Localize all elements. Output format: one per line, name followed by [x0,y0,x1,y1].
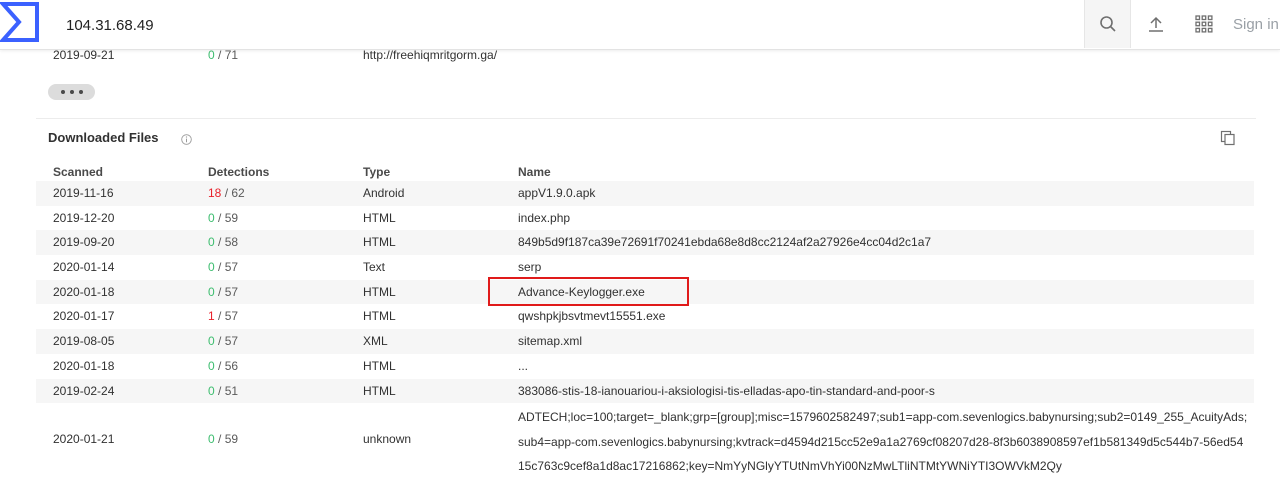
scanned-date: 2019-09-20 [53,235,115,250]
scanned-date: 2019-09-21 [53,48,115,62]
detections: 0 / 71 [208,48,239,62]
scanned-date: 2019-11-16 [53,186,114,200]
detections: 0 / 57 [208,260,239,275]
top-bar: Sign in [0,0,1280,50]
virustotal-logo-icon[interactable] [0,0,40,44]
scanned-date: 2019-08-05 [53,334,115,349]
file-type: HTML [363,383,396,398]
column-header-detections[interactable]: Detections [208,165,269,179]
file-name-link[interactable]: index.php [518,211,570,225]
file-type: HTML [363,358,396,373]
search-icon [1099,16,1116,32]
detections: 0 / 57 [208,284,239,299]
detections: 0 / 59 [208,432,239,447]
file-name-link[interactable]: appV1.9.0.apk [518,186,595,200]
upload-button[interactable] [1136,0,1176,48]
column-header-type[interactable]: Type [363,165,390,179]
file-type: HTML [363,210,396,225]
detections: 0 / 57 [208,334,239,349]
table-row[interactable]: 2019-08-05 0 / 57 XML sitemap.xml [36,329,1254,354]
apps-button[interactable] [1184,0,1224,48]
scanned-date: 2020-01-18 [53,358,115,373]
url-link[interactable]: http://freehiqmritgorm.ga/ [363,48,497,62]
search-input[interactable] [50,6,1082,44]
table-row[interactable]: 2019-12-20 0 / 59 HTML index.php [36,205,1254,231]
scanned-date: 2020-01-17 [53,309,115,324]
table-row[interactable]: 2019-02-24 0 / 51 HTML 383086-stis-18-ianou… [36,378,1254,404]
table-row[interactable]: 2019-09-20 0 / 58 HTML 849b5d9f187ca39e7269… [36,230,1254,256]
file-name-link[interactable]: 383086-stis-18-ianouariou-i-aksiologisi-… [518,384,935,398]
file-name-link[interactable]: sitemap.xml [518,334,582,348]
table-row[interactable]: 2020-01-17 1 / 57 HTML qwshpkjbsvtmevt15551… [36,304,1254,330]
file-type: XML [363,334,388,349]
scanned-date: 2019-02-24 [53,383,115,398]
section-title: Downloaded Files [48,130,159,145]
copy-icon[interactable] [1220,130,1236,146]
sign-in-link[interactable]: Sign in [1233,16,1279,33]
file-name-link[interactable]: ADTECH;loc=100;target=_blank;grp=[group]… [518,405,1248,479]
file-type: unknown [363,432,412,447]
file-name-link[interactable]: qwshpkjbsvtmevt15551.exe [518,309,665,323]
section-divider [36,118,1256,119]
scanned-date: 2020-01-14 [53,260,115,275]
file-name-link[interactable]: 849b5d9f187ca39e72691f70241ebda68e8d8cc2… [518,235,931,249]
detections: 0 / 58 [208,235,239,250]
table-row: 2019-09-21 0 / 71 http://freehiqmritgorm… [36,48,1256,66]
file-type: HTML [363,284,396,299]
scanned-date: 2020-01-18 [53,284,115,299]
table-row[interactable]: 2020-01-18 0 / 56 HTML... [36,353,1254,379]
detections: 0 / 59 [208,210,239,225]
detections: 1 / 57 [208,309,239,324]
apps-grid-icon [1195,15,1213,33]
file-name-link[interactable]: serp [518,260,541,274]
detections: 0 / 56 [208,358,239,373]
file-type: Text [363,260,386,275]
detections: 18 / 62 [208,186,245,200]
file-name-link[interactable]: ... [518,359,528,373]
downloaded-files-table: Scanned Detections Type Name 2019-11-16 1… [36,164,1254,479]
column-header-scanned[interactable]: Scanned [53,165,103,179]
highlight-box [488,277,689,306]
scanned-date: 2019-12-20 [53,210,115,225]
search-button[interactable] [1084,0,1131,48]
scanned-date: 2020-01-21 [53,432,115,447]
column-header-name[interactable]: Name [518,165,551,179]
upload-icon [1149,16,1163,32]
detections: 0 / 51 [208,383,239,398]
table-row[interactable]: 2020-01-21 0 / 59 unknown ADTECH;loc=100… [36,403,1254,479]
table-row[interactable]: 2019-11-16 18 / 62 Android appV1.9.0.apk [36,181,1254,206]
info-icon[interactable] [181,132,192,145]
file-type: Android [363,186,405,200]
show-more-button[interactable] [48,84,95,100]
file-type: HTML [363,235,396,250]
file-type: HTML [363,309,396,324]
table-header: Scanned Detections Type Name [36,164,1254,181]
